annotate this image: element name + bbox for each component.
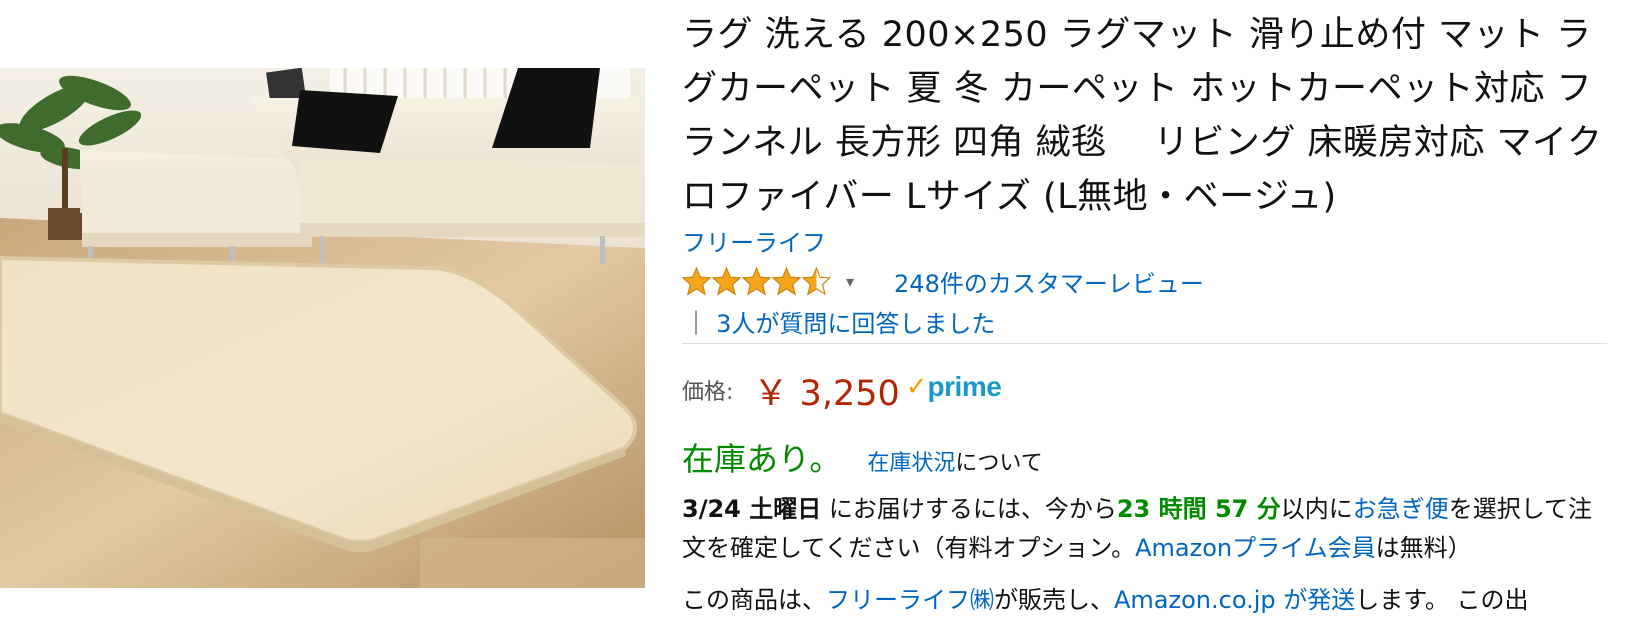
seller-text: この商品は、 bbox=[682, 586, 826, 614]
price-value: ￥ 3,250 bbox=[753, 373, 900, 414]
product-main-image[interactable] bbox=[0, 68, 645, 588]
product-info-column: ラグ 洗える 200×250 ラグマット 滑り止め付 マット ラグカーペット 夏… bbox=[682, 0, 1617, 616]
delivery-text: 以内に bbox=[1280, 495, 1353, 523]
price-row: 価格: ￥ 3,250 ✓ prime bbox=[682, 366, 1617, 414]
delivery-text: にお届けするには、今から bbox=[821, 495, 1117, 523]
stock-info-suffix: について bbox=[955, 451, 1043, 476]
availability-row: 在庫あり。 在庫状況 について bbox=[682, 434, 1617, 478]
seller-info: この商品は、フリーライフ㈱が販売し、Amazon.co.jp が発送します。 こ… bbox=[682, 584, 1607, 616]
seller-link[interactable]: フリーライフ㈱ bbox=[826, 586, 994, 614]
customer-reviews-link[interactable]: 248件のカスタマーレビュー bbox=[894, 264, 1204, 299]
prime-membership-link[interactable]: Amazonプライム会員 bbox=[1135, 534, 1376, 562]
stock-info-link[interactable]: 在庫状況 bbox=[867, 445, 955, 477]
star-icon bbox=[712, 266, 741, 296]
brand-link[interactable]: フリーライフ bbox=[682, 227, 826, 259]
answered-questions-row: | 3人が質問に回答しました bbox=[682, 303, 1617, 339]
answered-questions-link[interactable]: 3人が質問に回答しました bbox=[716, 304, 995, 339]
prime-logo-text: prime bbox=[927, 371, 1002, 402]
seller-text: が販売し、 bbox=[994, 586, 1114, 614]
separator: | bbox=[692, 307, 701, 335]
chevron-down-icon[interactable]: ▾ bbox=[846, 272, 854, 291]
delivery-text: は無料） bbox=[1375, 534, 1472, 562]
seller-text: します。 この出 bbox=[1355, 586, 1529, 614]
fulfilled-by-amazon-link[interactable]: Amazon.co.jp が発送 bbox=[1114, 586, 1355, 614]
in-stock-status: 在庫あり。 bbox=[682, 440, 842, 478]
star-icon bbox=[772, 266, 801, 296]
delivery-date: 3/24 土曜日 bbox=[682, 495, 822, 523]
star-rating[interactable] bbox=[682, 266, 832, 296]
delivery-countdown: 23 時間 57 分 bbox=[1116, 495, 1281, 523]
rug-photo bbox=[0, 68, 645, 588]
star-icon bbox=[802, 266, 831, 296]
product-title: ラグ 洗える 200×250 ラグマット 滑り止め付 マット ラグカーペット 夏… bbox=[682, 15, 1603, 217]
rating-row: ▾ 248件のカスタマーレビュー bbox=[682, 259, 1617, 303]
express-shipping-link[interactable]: お急ぎ便 bbox=[1353, 495, 1449, 523]
price-label: 価格: bbox=[682, 380, 734, 405]
star-icon bbox=[682, 266, 711, 296]
divider bbox=[682, 343, 1607, 344]
delivery-message: 3/24 土曜日 にお届けするには、今から23 時間 57 分以内にお急ぎ便を選… bbox=[682, 490, 1607, 568]
product-page: ラグ 洗える 200×250 ラグマット 滑り止め付 マット ラグカーペット 夏… bbox=[0, 0, 1638, 642]
prime-check-icon: ✓ bbox=[905, 372, 928, 402]
star-icon bbox=[742, 266, 771, 296]
prime-badge: ✓ prime bbox=[906, 371, 1002, 403]
